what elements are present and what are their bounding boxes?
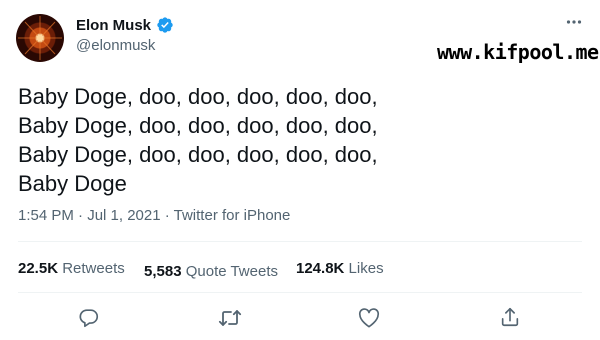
watermark-text: www.kifpool.me xyxy=(437,40,599,64)
quote-tweets-stat[interactable]: 5,583 Quote Tweets xyxy=(144,263,278,280)
tweet-line: Baby Doge, doo, doo, doo, doo, doo, xyxy=(18,113,378,138)
quote-tweets-count: 5,583 xyxy=(144,263,182,280)
retweets-count: 22.5K xyxy=(18,260,59,277)
tweet-line: Baby Doge xyxy=(18,171,127,196)
author-display-name[interactable]: Elon Musk xyxy=(76,17,151,34)
divider xyxy=(18,292,582,293)
tweet-text: Baby Doge, doo, doo, doo, doo, doo, Baby… xyxy=(18,82,418,198)
tweet-line: Baby Doge, doo, doo, doo, doo, doo, xyxy=(18,142,378,167)
likes-stat[interactable]: 124.8K Likes xyxy=(296,260,384,277)
quote-tweets-label: Quote Tweets xyxy=(185,263,278,280)
retweet-icon[interactable] xyxy=(218,307,242,329)
tweet-line: Baby Doge, doo, doo, doo, doo, doo, xyxy=(18,84,378,109)
avatar-rays xyxy=(18,16,62,60)
retweets-stat[interactable]: 22.5K Retweets xyxy=(18,260,125,277)
avatar[interactable] xyxy=(16,14,64,62)
author-name-row: Elon Musk xyxy=(76,16,174,34)
more-icon[interactable] xyxy=(566,14,582,33)
divider xyxy=(18,241,582,242)
tweet-timestamp[interactable]: 1:54 PM · Jul 1, 2021 · Twitter for iPho… xyxy=(18,207,290,224)
reply-icon[interactable] xyxy=(78,307,100,329)
share-icon[interactable] xyxy=(499,306,521,328)
like-icon[interactable] xyxy=(358,308,380,328)
verified-badge-icon xyxy=(157,17,173,33)
retweets-label: Retweets xyxy=(62,260,125,277)
likes-label: Likes xyxy=(348,260,384,277)
author-handle[interactable]: @elonmusk xyxy=(76,37,155,54)
likes-count: 124.8K xyxy=(296,260,345,277)
more-dots-icon xyxy=(566,20,582,24)
